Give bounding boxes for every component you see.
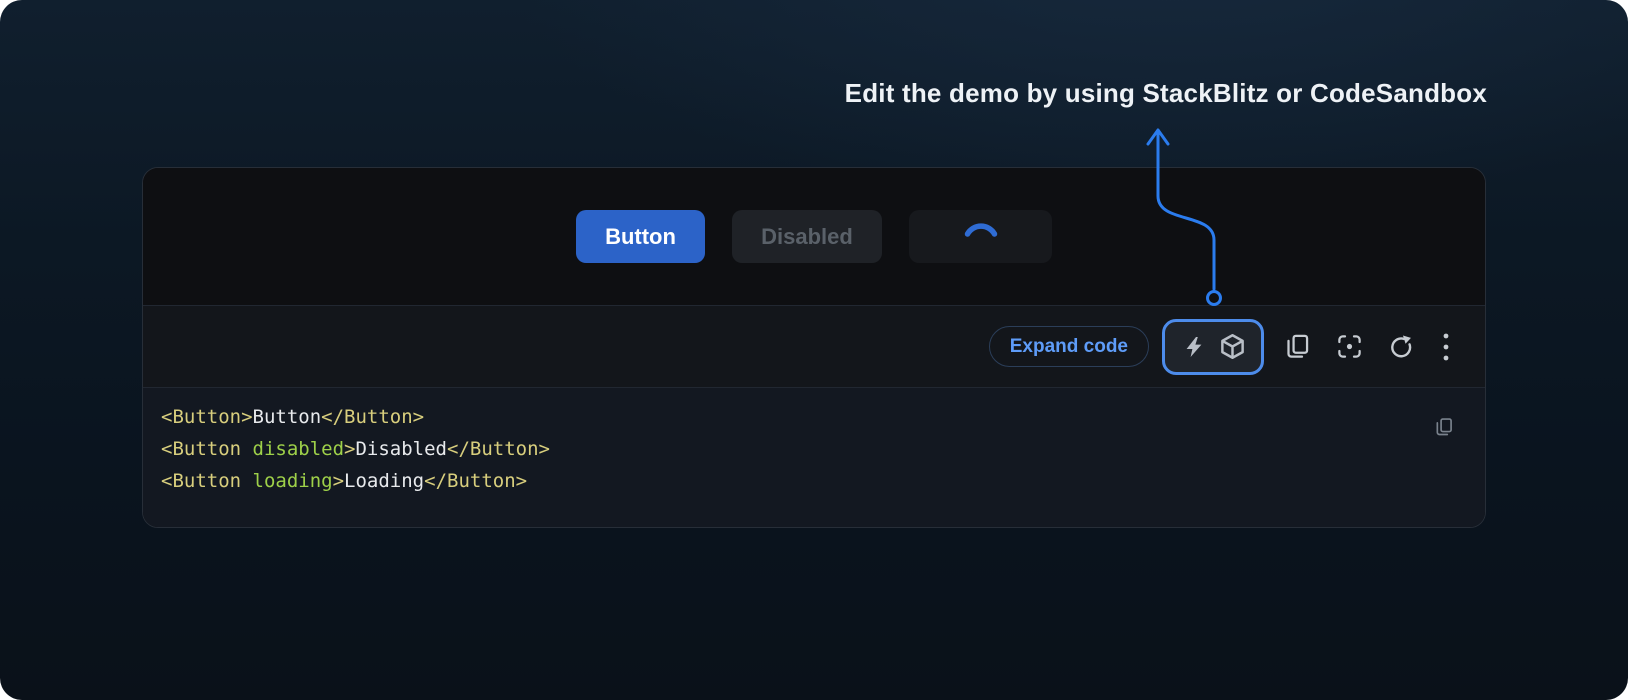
demo-card: Button Disabled Expand code xyxy=(142,167,1486,528)
code-line: <Button>Button</Button> xyxy=(161,401,1485,433)
arrow-head-icon xyxy=(1148,130,1168,144)
refresh-icon xyxy=(1388,334,1414,360)
more-actions-button[interactable] xyxy=(1438,324,1454,370)
demo-button-primary[interactable]: Button xyxy=(576,210,705,263)
app-background: Edit the demo by using StackBlitz or Cod… xyxy=(0,0,1628,700)
focus-scan-icon xyxy=(1336,333,1363,360)
copy-icon xyxy=(1434,413,1454,441)
loading-spinner-icon xyxy=(957,213,1005,261)
copy-snippet-button[interactable] xyxy=(1428,411,1460,443)
code-lines: <Button>Button</Button><Button disabled>… xyxy=(161,401,1485,497)
kebab-menu-icon xyxy=(1442,332,1450,362)
expand-code-button[interactable]: Expand code xyxy=(989,326,1149,367)
codesandbox-cube-icon xyxy=(1219,333,1246,360)
code-block: <Button>Button</Button><Button disabled>… xyxy=(143,388,1485,527)
sandbox-buttons-highlight xyxy=(1162,319,1264,375)
code-line: <Button disabled>Disabled</Button> xyxy=(161,433,1485,465)
code-line: <Button loading>Loading</Button> xyxy=(161,465,1485,497)
stackblitz-button[interactable] xyxy=(1175,324,1213,370)
demo-toolbar: Expand code xyxy=(143,305,1485,388)
codesandbox-button[interactable] xyxy=(1213,324,1251,370)
annotation-heading: Edit the demo by using StackBlitz or Cod… xyxy=(845,78,1487,109)
copy-icon xyxy=(1284,333,1311,360)
refresh-demo-button[interactable] xyxy=(1386,324,1416,370)
demo-button-loading[interactable] xyxy=(909,210,1052,263)
copy-code-button[interactable] xyxy=(1282,324,1312,370)
demo-preview-area: Button Disabled xyxy=(143,168,1485,305)
stackblitz-bolt-icon xyxy=(1182,334,1206,360)
demo-button-disabled[interactable]: Disabled xyxy=(732,210,882,263)
isolate-demo-button[interactable] xyxy=(1334,324,1364,370)
